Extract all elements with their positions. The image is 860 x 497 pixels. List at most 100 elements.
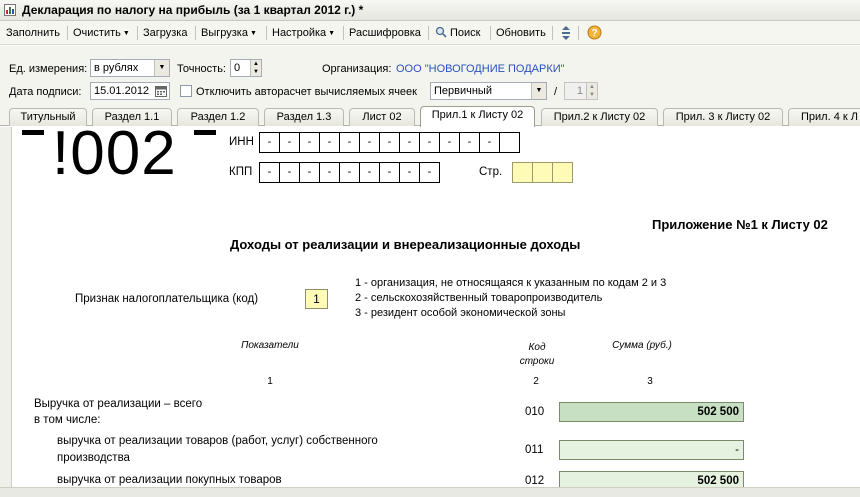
declaration-sheet[interactable]: !002 ИНН - - - - - - - - - - - - КПП - -… <box>12 127 860 487</box>
inn-cell[interactable]: - <box>319 132 340 153</box>
precision-label: Точность: <box>177 63 226 75</box>
tab-sheet-02[interactable]: Лист 02 <box>349 108 415 126</box>
search-label: Поиск <box>450 27 481 39</box>
toolbar-divider <box>137 26 138 40</box>
spin-arrows-icon: ▲ ▼ <box>586 83 597 99</box>
kpp-cell[interactable]: - <box>299 162 320 183</box>
precision-value: 0 <box>234 62 241 74</box>
col-header-sum: Сумма (руб.) <box>612 340 672 351</box>
inn-cell[interactable]: - <box>279 132 300 153</box>
kpp-cell[interactable]: - <box>399 162 420 183</box>
chevron-down-icon: ▼ <box>122 30 130 37</box>
kpp-cell[interactable]: - <box>379 162 400 183</box>
inn-cell[interactable]: - <box>419 132 440 153</box>
tab-title-page[interactable]: Титульный <box>9 108 87 126</box>
decode-button[interactable]: Расшифровка <box>347 25 423 41</box>
inn-cell[interactable]: - <box>439 132 460 153</box>
clear-button[interactable]: Очистить ▼ <box>71 25 132 41</box>
row-012-sum-field[interactable]: 502 500 <box>559 471 744 487</box>
search-icon <box>435 26 447 38</box>
inn-cell[interactable]: - <box>339 132 360 153</box>
precision-stepper[interactable]: 0 ▲ ▼ <box>230 59 262 77</box>
row-010-sum-field[interactable]: 502 500 <box>559 402 744 422</box>
corner-mark <box>22 130 44 135</box>
page-cell[interactable] <box>552 162 573 183</box>
tab-label: Титульный <box>20 111 76 123</box>
kpp-cell[interactable]: - <box>259 162 280 183</box>
tab-label: Раздел 1.1 <box>104 111 160 123</box>
col-number: 2 <box>533 376 539 387</box>
tab-label: Раздел 1.3 <box>276 111 332 123</box>
calendar-icon[interactable] <box>155 85 167 97</box>
svg-text:?: ? <box>591 28 597 39</box>
inn-cell[interactable]: - <box>459 132 480 153</box>
decode-label: Расшифровка <box>349 27 421 39</box>
autocalc-label: Отключить авторасчет вычисляемых ячеек <box>196 86 417 98</box>
inn-cell[interactable]: - <box>359 132 380 153</box>
page-cell[interactable] <box>532 162 553 183</box>
page-number-cells[interactable] <box>512 162 573 183</box>
sheet-left-margin <box>0 127 12 487</box>
refresh-button[interactable]: Обновить <box>494 25 548 41</box>
sign-date-value: 15.01.2012 <box>94 85 150 97</box>
spin-arrows-icon[interactable]: ▲ ▼ <box>250 60 261 76</box>
toolbar-divider <box>67 26 68 40</box>
expand-collapse-button[interactable] <box>558 25 574 41</box>
tab-appendix-2[interactable]: Прил.2 к Листу 02 <box>541 108 658 126</box>
tab-section-1-1[interactable]: Раздел 1.1 <box>92 108 172 126</box>
inn-cell[interactable]: - <box>399 132 420 153</box>
col-number: 3 <box>647 376 653 387</box>
load-button[interactable]: Загрузка <box>141 25 189 41</box>
kpp-cell[interactable]: - <box>279 162 300 183</box>
tab-appendix-3[interactable]: Прил. 3 к Листу 02 <box>663 108 783 126</box>
inn-cell[interactable]: - <box>379 132 400 153</box>
unit-select[interactable]: в рублях ▼ <box>90 59 170 77</box>
barcode-page-code: !002 <box>52 127 177 188</box>
row-011-sum-field[interactable]: - <box>559 440 744 460</box>
col-number: 1 <box>267 376 273 387</box>
unload-label: Выгрузка <box>201 27 248 39</box>
fill-button[interactable]: Заполнить <box>4 25 62 41</box>
inn-cell[interactable]: - <box>299 132 320 153</box>
inn-cell[interactable]: - <box>259 132 280 153</box>
report-app-icon <box>4 4 16 16</box>
row-011-label-sub: производства <box>57 452 130 464</box>
code-option: 3 - резидент особой экономической зоны <box>355 307 566 319</box>
search-button[interactable]: Поиск <box>433 25 482 41</box>
doc-kind-select[interactable]: Первичный ▼ <box>430 82 547 100</box>
tab-label: Прил.1 к Листу 02 <box>431 109 524 121</box>
toolbar-divider <box>428 26 429 40</box>
chevron-down-icon[interactable]: ▼ <box>531 83 546 99</box>
chevron-down-icon[interactable]: ▼ <box>154 60 169 76</box>
toolbar-divider <box>343 26 344 40</box>
help-button[interactable]: ? <box>585 25 604 41</box>
clear-label: Очистить <box>73 27 121 39</box>
tab-appendix-4[interactable]: Прил. 4 к Л <box>788 108 860 126</box>
kpp-cells[interactable]: - - - - - - - - - <box>259 162 440 183</box>
tab-section-1-2[interactable]: Раздел 1.2 <box>177 108 259 126</box>
tab-section-1-3[interactable]: Раздел 1.3 <box>264 108 344 126</box>
autocalc-checkbox[interactable] <box>180 85 192 97</box>
inn-cells[interactable]: - - - - - - - - - - - - <box>259 132 520 153</box>
inn-cell[interactable]: - <box>479 132 500 153</box>
horizontal-scrollbar[interactable] <box>0 487 860 497</box>
chevron-down-icon: ▼ <box>249 30 257 37</box>
toolbar-divider <box>578 26 579 40</box>
kpp-cell[interactable]: - <box>359 162 380 183</box>
org-link[interactable]: ООО "НОВОГОДНИЕ ПОДАРКИ" <box>396 63 565 75</box>
row-010-code: 010 <box>525 406 545 418</box>
taxpayer-sign-field[interactable]: 1 <box>305 289 328 309</box>
unload-button[interactable]: Выгрузка ▼ <box>199 25 259 41</box>
help-icon: ? <box>587 25 602 40</box>
page-cell[interactable] <box>512 162 533 183</box>
kpp-cell[interactable]: - <box>339 162 360 183</box>
settings-button[interactable]: Настройка ▼ <box>270 25 337 41</box>
chevron-down-icon: ▼ <box>328 30 336 37</box>
sign-date-field[interactable]: 15.01.2012 <box>90 82 170 100</box>
kpp-cell[interactable]: - <box>319 162 340 183</box>
col-header-code-line1: Код <box>528 342 546 353</box>
tab-label: Прил. 3 к Листу 02 <box>675 111 771 123</box>
kpp-cell[interactable]: - <box>419 162 440 183</box>
inn-cell[interactable] <box>499 132 520 153</box>
tab-appendix-1[interactable]: Прил.1 к Листу 02 <box>420 106 535 127</box>
